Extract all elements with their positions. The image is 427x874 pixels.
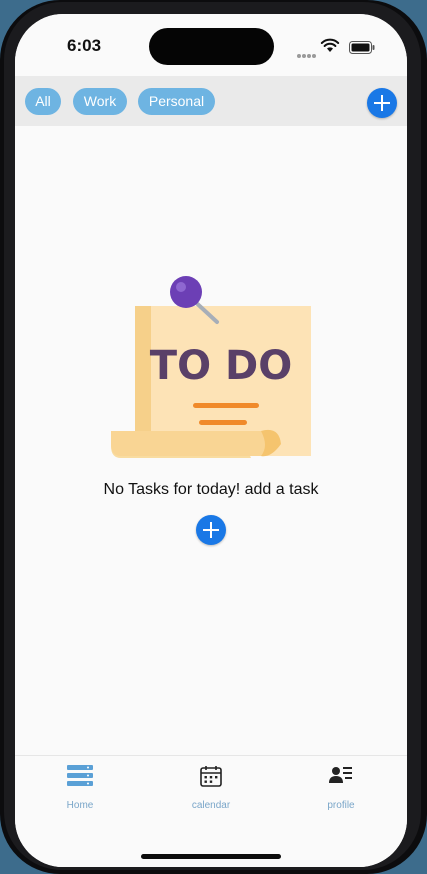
battery-icon [349,41,375,54]
cellular-signal-icon [297,45,317,63]
home-indicator [141,854,281,859]
tab-calendar-label: calendar [191,800,231,811]
illustration-word: TO DO [150,343,292,389]
add-task-button[interactable] [196,515,226,545]
todo-note-illustration: TO DO [111,276,311,458]
plus-icon [367,88,397,118]
tab-calendar[interactable]: calendar [166,764,256,811]
tab-profile-label: profile [327,800,355,811]
tab-home-label: Home [66,800,94,811]
screen: 6:03 All Work Personal TO DO No Tasks fo… [15,14,407,867]
add-category-button[interactable] [367,88,397,118]
status-bar: 6:03 [15,14,407,76]
tab-profile[interactable]: profile [296,764,386,811]
empty-state-message: No Tasks for today! add a task [103,481,319,498]
filter-chip-personal[interactable]: Personal [138,88,215,115]
calendar-icon [200,766,222,787]
wifi-icon [320,38,340,52]
status-time: 6:03 [67,36,102,55]
filter-chip-work[interactable]: Work [73,88,127,115]
home-list-icon [67,765,93,786]
tab-home[interactable]: Home [35,764,125,811]
dynamic-island [149,28,274,65]
filter-chip-all[interactable]: All [25,88,61,115]
profile-icon [329,767,352,783]
filter-bar: All Work Personal [15,76,407,126]
plus-icon [196,515,226,545]
bottom-tab-bar: Home calendar profile [15,755,407,867]
